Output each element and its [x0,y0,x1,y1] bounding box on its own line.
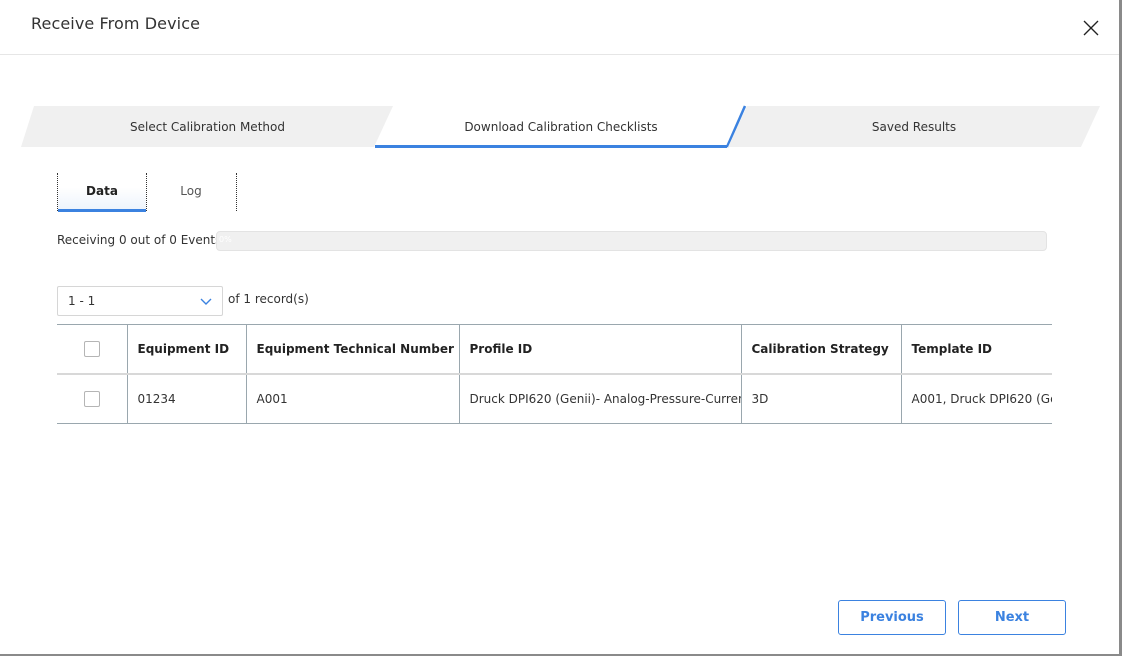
cell-calibration-strategy: 3D [740,373,901,424]
step-saved-results[interactable]: Saved Results [727,105,1101,148]
records-total: of 1 record(s) [228,292,309,306]
select-all-cell [57,325,127,374]
column-header-calibration-strategy[interactable]: Calibration Strategy [740,324,901,374]
previous-button[interactable]: Previous [838,600,946,635]
column-header-equipment-technical-number[interactable]: Equipment Technical Number [245,324,459,374]
cell-profile-id: Druck DPI620 (Genii)- Analog-Pressure-Cu… [458,373,741,424]
table-row[interactable]: 01234 A001 Druck DPI620 (Genii)- Analog-… [57,373,1052,424]
close-button[interactable] [1080,17,1102,39]
step-label: Saved Results [871,119,957,134]
cell-equipment-technical-number: A001 [245,373,459,424]
wizard-steps: Select Calibration Method Download Calib… [0,105,1119,149]
row-checkbox[interactable] [83,390,100,407]
tab-divider [236,173,237,211]
dialog-title: Receive From Device [31,14,201,33]
progress-bar: 0% [216,231,1047,251]
progress-label: Receiving 0 out of 0 Events [57,233,222,247]
cell-equipment-id: 01234 [126,373,246,424]
select-all-checkbox[interactable] [83,340,100,357]
column-header-equipment-id[interactable]: Equipment ID [126,324,246,374]
records-range-select[interactable]: 1 - 1 [57,286,223,316]
progress-percent: 0% [219,235,232,244]
next-button[interactable]: Next [958,600,1066,635]
tab-data[interactable]: Data [58,173,146,212]
tab-log[interactable]: Log [147,173,235,209]
step-download-calibration-checklists[interactable]: Download Calibration Checklists [374,105,748,148]
close-icon [1083,20,1099,36]
cell-template-id: A001, Druck DPI620 (Genii) [900,373,1052,424]
step-label: Download Calibration Checklists [464,119,658,134]
table-header-row: Equipment ID Equipment Technical Number … [57,324,1052,374]
records-range-value: 1 - 1 [68,294,96,308]
receive-from-device-dialog: Receive From Device Select Calibration M… [0,0,1122,656]
step-select-calibration-method[interactable]: Select Calibration Method [20,105,395,148]
dialog-header: Receive From Device [0,0,1119,55]
column-header-template-id[interactable]: Template ID [900,324,1052,374]
checklist-table: Equipment ID Equipment Technical Number … [57,324,1052,428]
chevron-down-icon [200,298,212,305]
column-header-profile-id[interactable]: Profile ID [458,324,741,374]
step-label: Select Calibration Method [130,119,285,134]
row-select-cell [57,374,127,424]
